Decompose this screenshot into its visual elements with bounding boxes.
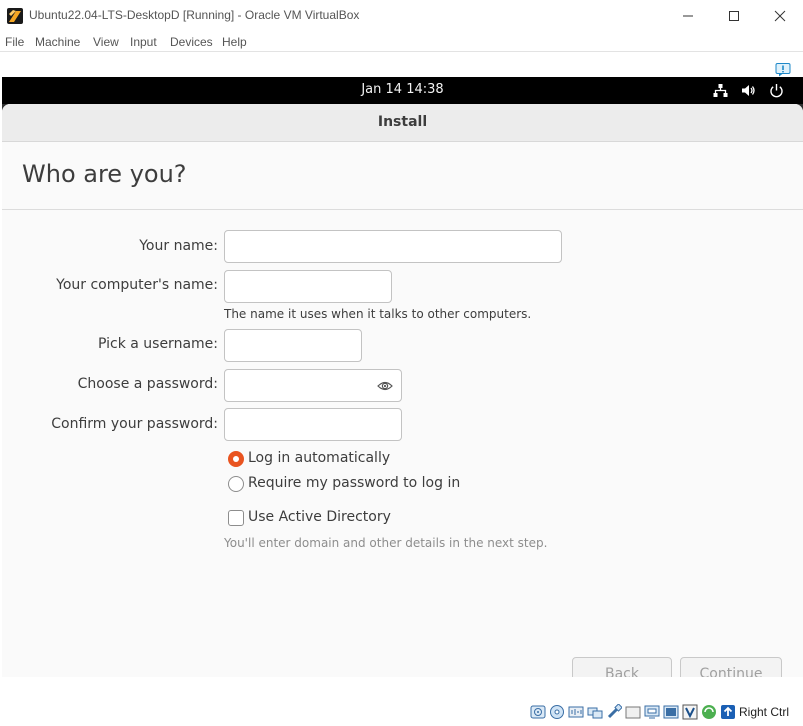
page-title: Who are you? [22, 160, 187, 188]
confirm-password-label: Confirm your password: [51, 416, 218, 432]
menu-machine[interactable]: Machine [35, 35, 80, 49]
password-label: Choose a password: [77, 376, 218, 392]
virtualbox-logo-icon [7, 8, 23, 24]
your-name-input[interactable] [224, 230, 562, 263]
menu-file[interactable]: File [5, 35, 24, 49]
maximize-icon [729, 11, 739, 21]
menu-view[interactable]: View [93, 35, 119, 49]
host-key-icon[interactable] [720, 704, 736, 720]
username-input[interactable] [224, 329, 362, 362]
active-directory-label[interactable]: Use Active Directory [248, 509, 391, 525]
host-statusbar: Right Ctrl [0, 697, 803, 726]
computer-name-label: Your computer's name: [56, 277, 218, 293]
audio-icon[interactable] [568, 704, 584, 720]
guest-additions-icon[interactable] [701, 704, 717, 720]
optical-drive-icon[interactable] [549, 704, 565, 720]
require-password-radio[interactable] [228, 476, 244, 492]
usb-icon[interactable] [606, 704, 622, 720]
continue-button[interactable]: Continue [680, 657, 782, 677]
computer-name-hint: The name it uses when it talks to other … [224, 307, 532, 321]
display-icon[interactable] [644, 704, 660, 720]
menu-devices[interactable]: Devices [170, 35, 213, 49]
username-label: Pick a username: [97, 336, 218, 352]
minimize-button[interactable] [665, 0, 711, 32]
menu-input[interactable]: Input [130, 35, 157, 49]
clock[interactable]: Jan 14 14:38 [2, 82, 803, 97]
login-auto-radio[interactable] [228, 451, 244, 467]
maximize-button[interactable] [711, 0, 757, 32]
confirm-password-input[interactable] [224, 408, 402, 441]
network-adapter-icon[interactable] [587, 704, 603, 720]
hard-disk-icon[interactable] [530, 704, 546, 720]
active-directory-hint: You'll enter domain and other details in… [224, 536, 548, 550]
back-button[interactable]: Back [572, 657, 672, 677]
power-icon[interactable] [768, 82, 785, 99]
guest-screen: Jan 14 14:38 Install Who are you? Your n… [2, 77, 803, 677]
close-icon [774, 10, 786, 22]
computer-name-input[interactable] [224, 270, 392, 303]
minimize-icon [683, 15, 693, 17]
installer-header: Install [2, 104, 803, 142]
password-input[interactable] [224, 369, 402, 402]
host-menubar: File Machine View Input Devices Help [0, 32, 803, 52]
gnome-top-bar: Jan 14 14:38 [2, 77, 803, 104]
notification-icon[interactable] [775, 63, 791, 77]
show-password-icon[interactable] [377, 380, 393, 392]
network-icon[interactable] [712, 82, 729, 99]
volume-icon[interactable] [740, 82, 757, 99]
shared-folders-icon[interactable] [625, 704, 641, 720]
video-capture-icon[interactable] [663, 704, 679, 720]
host-key-label: Right Ctrl [739, 705, 790, 719]
vtx-icon[interactable] [682, 704, 698, 720]
close-button[interactable] [757, 0, 803, 32]
menu-help[interactable]: Help [222, 35, 247, 49]
window-title: Ubuntu22.04-LTS-DesktopD [Running] - Ora… [29, 8, 360, 22]
menubar-divider [0, 51, 803, 52]
installer-title: Install [377, 114, 428, 130]
require-password-label[interactable]: Require my password to log in [248, 475, 460, 491]
login-auto-label[interactable]: Log in automatically [248, 450, 390, 466]
host-titlebar: Ubuntu22.04-LTS-DesktopD [Running] - Ora… [0, 0, 803, 32]
active-directory-checkbox[interactable] [228, 510, 244, 526]
heading-divider [2, 209, 803, 210]
installer-window: Install Who are you? Your name: Your com… [2, 104, 803, 677]
your-name-label: Your name: [139, 238, 218, 254]
